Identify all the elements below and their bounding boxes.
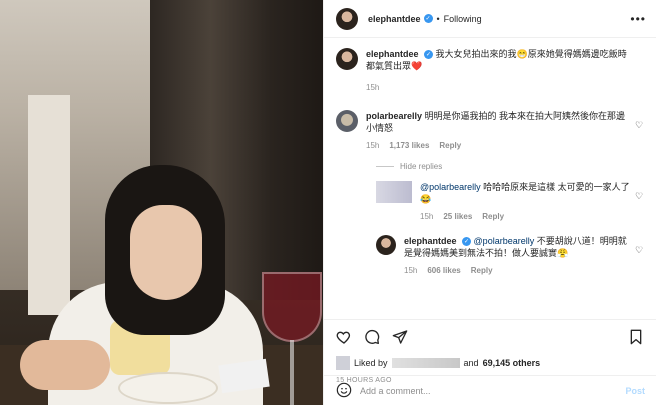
following-button[interactable]: Following xyxy=(444,14,482,24)
reply-username[interactable]: elephantdee xyxy=(404,236,457,246)
author-avatar[interactable] xyxy=(336,7,358,30)
post-side-panel: elephantdee ✓ • Following ••• elephantde… xyxy=(323,0,656,405)
reply-likes[interactable]: 606 likes xyxy=(427,265,460,277)
emoji-icon[interactable] xyxy=(336,382,352,400)
reply-time[interactable]: 15h xyxy=(420,211,433,223)
verified-icon: ✓ xyxy=(462,237,472,247)
comment-item: polarbearelly 明明是你逼我拍的 我本來在拍大阿姨然後你在那邊小情怒… xyxy=(336,110,644,152)
header-separator: • xyxy=(436,13,440,24)
add-comment-input[interactable] xyxy=(360,385,618,396)
liked-by-prefix: Liked by xyxy=(354,358,388,368)
comment-reply-button[interactable]: Reply xyxy=(439,140,461,152)
verified-icon: ✓ xyxy=(423,14,433,23)
reply-reply-button[interactable]: Reply xyxy=(482,211,504,223)
reply-likes[interactable]: 25 likes xyxy=(443,211,472,223)
photo-glass-stem xyxy=(290,340,294,405)
commenter-avatar[interactable] xyxy=(336,110,358,132)
comment-time[interactable]: 15h xyxy=(366,140,379,152)
hide-replies-label: Hide replies xyxy=(400,162,443,171)
liked-by-avatar[interactable] xyxy=(336,356,350,370)
comment-likes[interactable]: 1,173 likes xyxy=(389,140,429,152)
reply-like-heart-icon[interactable]: ♡ xyxy=(635,191,644,201)
photo-bowl xyxy=(118,372,218,404)
comment-bubble-icon[interactable] xyxy=(364,329,380,345)
reply-time[interactable]: 15h xyxy=(404,265,417,277)
redacted-avatar xyxy=(376,181,412,203)
liked-by-others[interactable]: 69,145 others xyxy=(483,358,541,368)
liked-by: Liked by and 69,145 others xyxy=(336,356,644,370)
comment-like-heart-icon[interactable]: ♡ xyxy=(635,120,644,130)
share-paper-plane-icon[interactable] xyxy=(392,329,408,345)
hide-replies-toggle[interactable]: Hide replies xyxy=(376,162,644,171)
reply-like-heart-icon[interactable]: ♡ xyxy=(635,245,644,255)
post-header: elephantdee ✓ • Following ••• xyxy=(324,0,656,38)
caption-time[interactable]: 15h xyxy=(366,82,379,94)
comment-username[interactable]: polarbearelly xyxy=(366,111,422,121)
more-options-icon[interactable]: ••• xyxy=(630,12,646,26)
photo-face xyxy=(130,205,202,300)
photo-arm xyxy=(20,340,110,390)
reply-mention[interactable]: @polarbearelly xyxy=(474,236,535,246)
save-bookmark-icon[interactable] xyxy=(628,329,644,345)
photo-pillar xyxy=(28,95,70,315)
caption-avatar[interactable] xyxy=(336,48,358,70)
reply-reply-button[interactable]: Reply xyxy=(471,265,493,277)
liked-by-connector: and xyxy=(463,358,479,368)
like-heart-icon[interactable] xyxy=(336,329,352,345)
author-username[interactable]: elephantdee xyxy=(368,14,421,24)
post-photo[interactable] xyxy=(0,0,323,405)
reply-item: @polarbearelly 哈哈哈原來是這樣 太可愛的一家人了😂 15h 25… xyxy=(376,181,644,223)
add-comment-bar: Post xyxy=(324,375,656,405)
verified-icon: ✓ xyxy=(424,50,434,60)
post-comment-button[interactable]: Post xyxy=(625,386,645,396)
caption: elephantdee ✓ 我大女兒拍出來的我😁原來她覺得媽媽邊吃飯時都氣質出眾… xyxy=(336,48,644,94)
reply-author-avatar[interactable] xyxy=(376,235,396,255)
reply-item: elephantdee ✓ @polarbearelly 不要胡說八道！明明就是… xyxy=(376,235,644,277)
reply-mention[interactable]: @polarbearelly xyxy=(420,182,481,192)
caption-username[interactable]: elephantdee xyxy=(366,49,419,59)
redacted-username xyxy=(391,358,460,368)
hide-replies-line xyxy=(376,166,394,167)
instagram-post: elephantdee ✓ • Following ••• elephantde… xyxy=(0,0,656,405)
comments-area[interactable]: elephantdee ✓ 我大女兒拍出來的我😁原來她覺得媽媽邊吃飯時都氣質出眾… xyxy=(324,38,656,319)
photo-wine-glass xyxy=(262,272,322,342)
